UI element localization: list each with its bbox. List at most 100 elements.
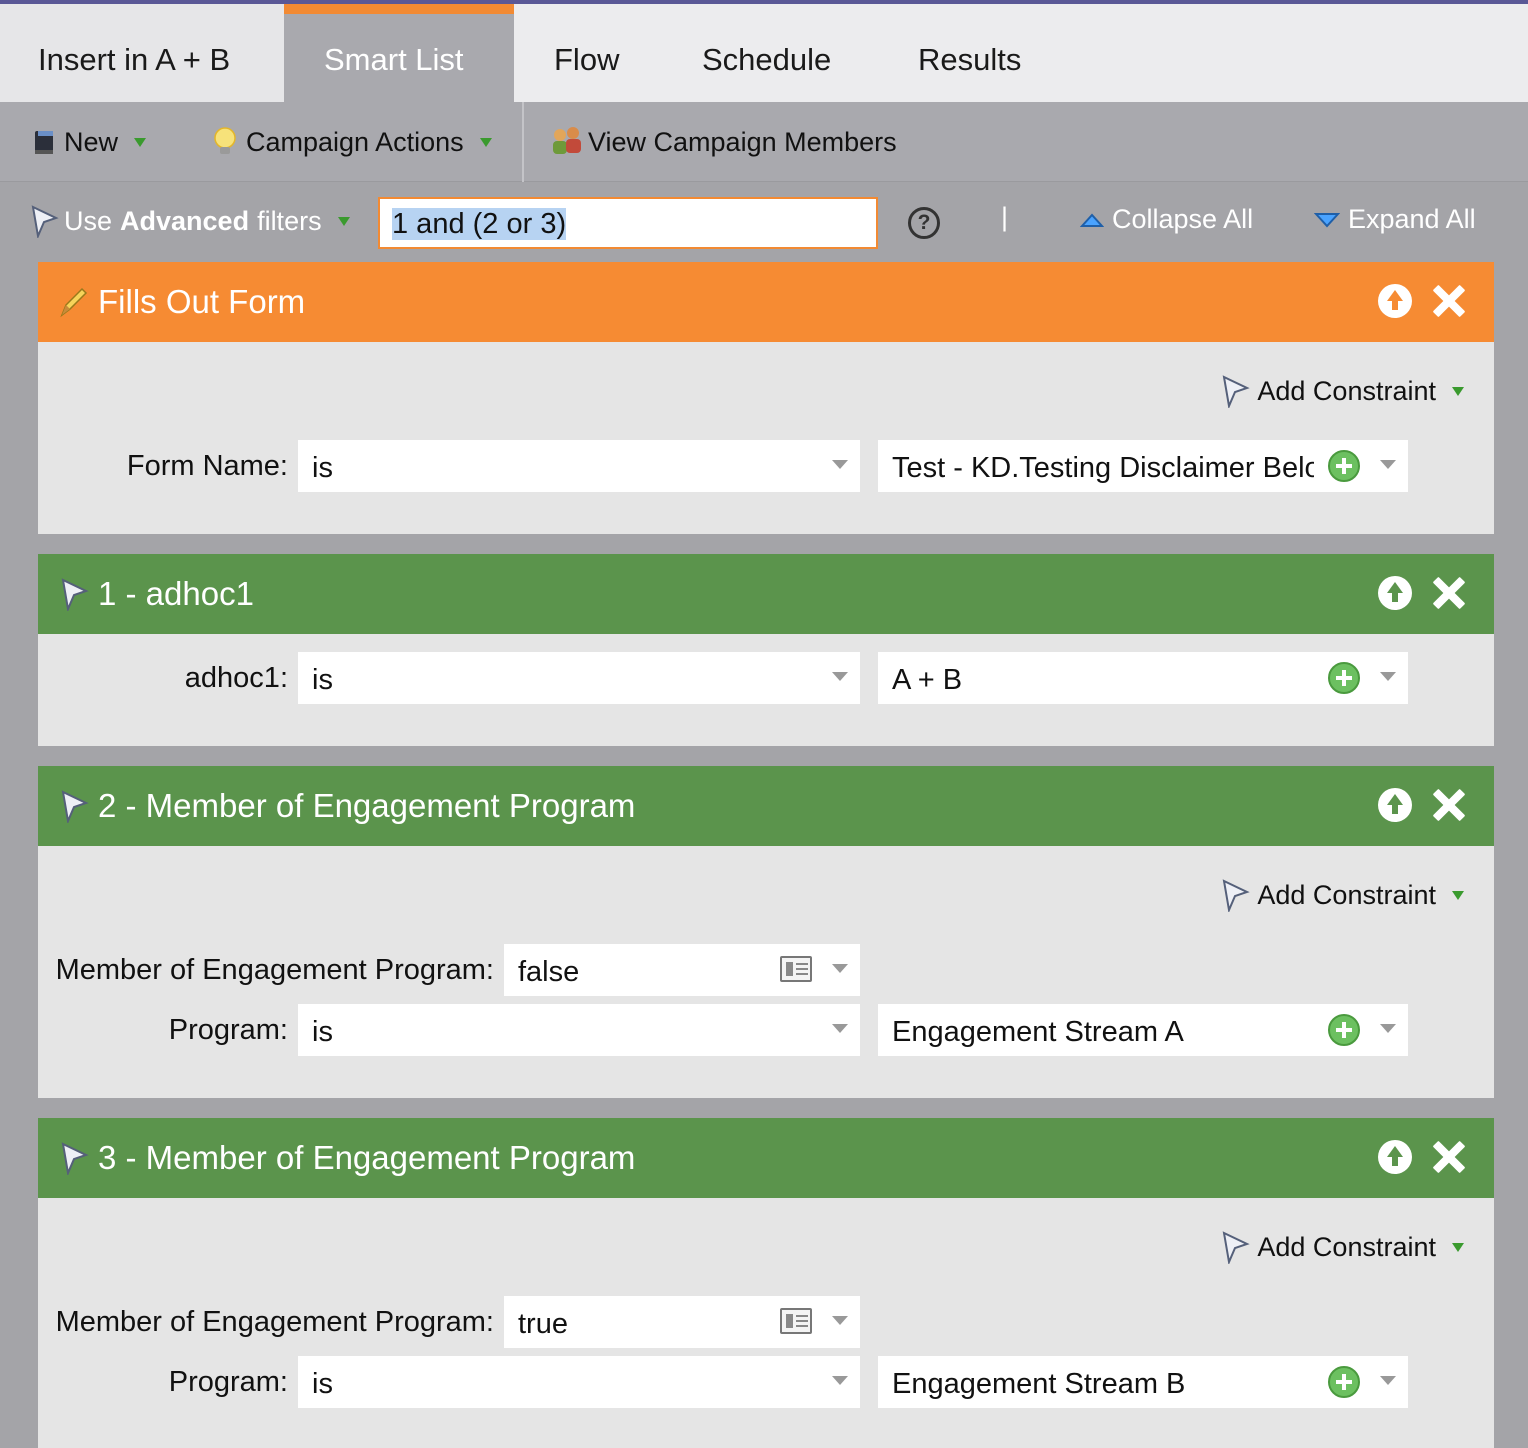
tab-label: Smart List xyxy=(324,42,464,77)
campaign-actions-menu-button[interactable]: Campaign Actions xyxy=(212,102,492,182)
view-campaign-members-button[interactable]: View Campaign Members xyxy=(550,102,897,182)
list-picker-icon[interactable] xyxy=(780,956,812,982)
chevron-down-icon xyxy=(1380,460,1396,469)
filter-logic-value: 1 and (2 or 3) xyxy=(392,208,567,240)
filter-logic-input[interactable]: 1 and (2 or 3) xyxy=(378,197,878,249)
filter-title: 2 - Member of Engagement Program xyxy=(98,787,636,824)
add-constraint-label: Add Constraint xyxy=(1257,879,1436,910)
filter-logic-bar: Use Advanced filters 1 and (2 or 3) ? | … xyxy=(0,182,1528,262)
add-constraint-button[interactable]: Add Constraint xyxy=(1221,878,1464,912)
program-value-select[interactable]: Engagement Stream B xyxy=(878,1356,1408,1408)
tab-results[interactable]: Results xyxy=(918,4,1021,102)
collapse-all-button[interactable]: Collapse All xyxy=(1080,204,1253,235)
program-value-select[interactable]: Engagement Stream A xyxy=(878,1004,1408,1056)
program-label: Program: xyxy=(168,1366,288,1398)
filter-title: 1 - adhoc1 xyxy=(98,575,254,612)
expand-arrow-icon xyxy=(1314,212,1340,227)
adhoc1-value: A + B xyxy=(892,664,963,696)
filter-body-fills-out-form: Add Constraint Form Name: is Test - KD.T… xyxy=(38,342,1494,534)
bar-divider: | xyxy=(1001,202,1008,233)
member-of-engagement-program-select[interactable]: true xyxy=(504,1296,860,1348)
help-icon[interactable]: ? xyxy=(908,207,940,239)
chevron-down-icon xyxy=(479,137,492,147)
program-value: Engagement Stream A xyxy=(892,1016,1184,1048)
chevron-down-icon xyxy=(337,216,350,226)
filter-header-member-of-engagement-program-3[interactable]: 3 - Member of Engagement Program xyxy=(38,1118,1494,1198)
filter-body-member-of-engagement-program-2: Add Constraint Member of Engagement Prog… xyxy=(38,846,1494,1098)
lightbulb-icon xyxy=(214,127,236,154)
add-constraint-button[interactable]: Add Constraint xyxy=(1221,1230,1464,1264)
campaign-actions-label: Campaign Actions xyxy=(246,126,464,157)
filter-header-adhoc1[interactable]: 1 - adhoc1 xyxy=(38,554,1494,634)
toolbar: New Campaign Actions View Campaign Membe… xyxy=(0,102,1528,182)
expand-all-label: Expand All xyxy=(1348,204,1476,234)
tab-insert-in-a-b[interactable]: Insert in A + B xyxy=(0,4,284,102)
book-icon xyxy=(35,131,53,154)
toolbar-divider xyxy=(522,102,524,182)
arrow-up-circle-icon[interactable] xyxy=(1378,1140,1412,1174)
plus-circle-icon[interactable] xyxy=(1328,1366,1360,1398)
chevron-down-icon xyxy=(832,1024,848,1033)
chevron-down-icon xyxy=(1452,890,1464,900)
program-operator-select[interactable]: is xyxy=(298,1004,860,1056)
member-of-engagement-program-label: Member of Engagement Program: xyxy=(55,1306,494,1338)
add-constraint-button[interactable]: Add Constraint xyxy=(1221,374,1464,408)
view-members-label: View Campaign Members xyxy=(588,126,897,157)
close-icon[interactable] xyxy=(1432,576,1466,610)
use-advanced-filters-menu[interactable]: Use Advanced filters xyxy=(30,204,350,238)
tab-flow[interactable]: Flow xyxy=(554,4,619,102)
funnel-icon xyxy=(1223,375,1251,408)
chevron-down-icon xyxy=(832,964,848,973)
close-icon[interactable] xyxy=(1432,284,1466,318)
arrow-up-circle-icon[interactable] xyxy=(1378,788,1412,822)
funnel-icon xyxy=(61,578,89,611)
chevron-down-icon xyxy=(134,137,147,147)
arrow-up-circle-icon[interactable] xyxy=(1378,284,1412,318)
member-of-engagement-program-select[interactable]: false xyxy=(504,944,860,996)
operator-value: is xyxy=(312,664,333,696)
operator-value: is xyxy=(312,1368,333,1400)
tab-smart-list[interactable]: Smart List xyxy=(284,4,514,102)
form-name-value-select[interactable]: Test - KD.Testing Disclaimer Below xyxy=(878,440,1408,492)
new-menu-button[interactable]: New xyxy=(32,102,147,182)
funnel-icon xyxy=(1223,879,1251,912)
plus-circle-icon[interactable] xyxy=(1328,450,1360,482)
plus-circle-icon[interactable] xyxy=(1328,662,1360,694)
member-of-engagement-program-label: Member of Engagement Program: xyxy=(55,954,494,986)
expand-all-button[interactable]: Expand All xyxy=(1314,204,1476,235)
advanced-label: Advanced xyxy=(120,205,250,236)
close-icon[interactable] xyxy=(1432,788,1466,822)
filter-header-fills-out-form[interactable]: Fills Out Form xyxy=(38,262,1494,342)
membership-value: false xyxy=(518,956,580,988)
membership-value: true xyxy=(518,1308,568,1340)
form-name-operator-select[interactable]: is xyxy=(298,440,860,492)
filter-title: 3 - Member of Engagement Program xyxy=(98,1139,636,1176)
close-icon[interactable] xyxy=(1432,1140,1466,1174)
filter-body-adhoc1: adhoc1: is A + B xyxy=(38,634,1494,746)
funnel-icon xyxy=(61,1142,89,1175)
funnel-icon xyxy=(61,790,89,823)
add-constraint-label: Add Constraint xyxy=(1257,375,1436,406)
tab-label: Results xyxy=(918,42,1022,77)
tab-schedule[interactable]: Schedule xyxy=(702,4,831,102)
filter-header-actions xyxy=(1378,284,1466,318)
help-glyph: ? xyxy=(917,211,931,234)
chevron-down-icon xyxy=(1452,386,1464,396)
program-value: Engagement Stream B xyxy=(892,1368,1186,1400)
collapse-arrow-icon xyxy=(1080,213,1104,227)
funnel-icon xyxy=(1223,1231,1251,1264)
adhoc1-value-select[interactable]: A + B xyxy=(878,652,1408,704)
people-icon xyxy=(553,127,581,154)
adhoc1-operator-select[interactable]: is xyxy=(298,652,860,704)
tab-label: Insert in A + B xyxy=(38,42,231,77)
collapse-all-label: Collapse All xyxy=(1112,204,1254,234)
divider-glyph: | xyxy=(1001,202,1009,232)
list-picker-icon[interactable] xyxy=(780,1308,812,1334)
arrow-up-circle-icon[interactable] xyxy=(1378,576,1412,610)
program-operator-select[interactable]: is xyxy=(298,1356,860,1408)
chevron-down-icon xyxy=(832,1316,848,1325)
plus-circle-icon[interactable] xyxy=(1328,1014,1360,1046)
tab-label: Flow xyxy=(554,42,620,77)
chevron-down-icon xyxy=(1380,1024,1396,1033)
filter-header-member-of-engagement-program-2[interactable]: 2 - Member of Engagement Program xyxy=(38,766,1494,846)
